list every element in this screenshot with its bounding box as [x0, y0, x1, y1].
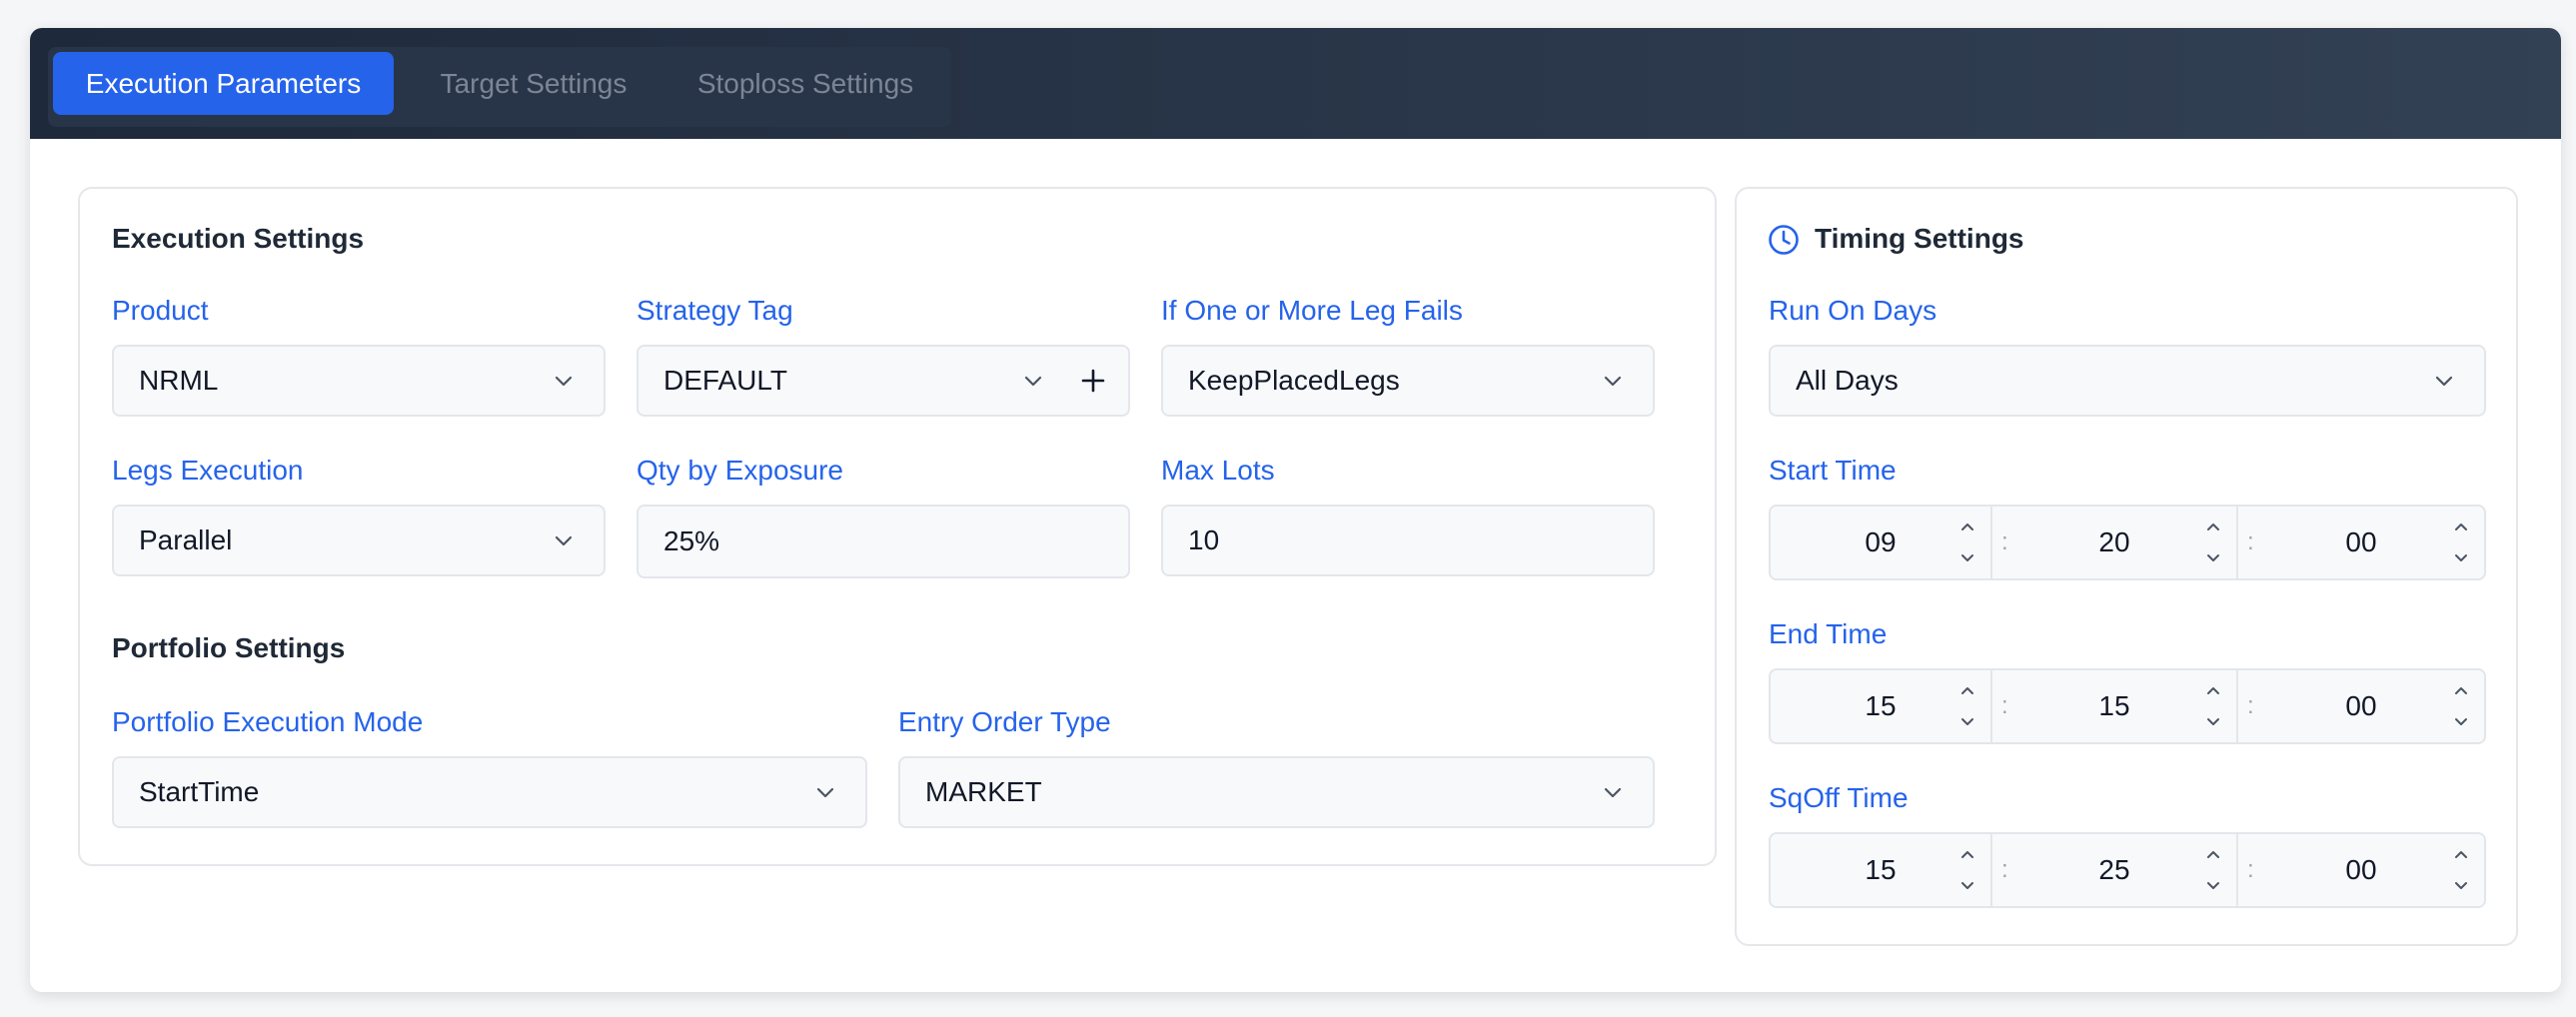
start-minute-value: 20 — [2098, 526, 2130, 557]
add-tag-icon[interactable] — [1080, 368, 1106, 394]
product-select[interactable]: NRML — [112, 345, 606, 417]
end-second-field[interactable]: 00 — [2238, 670, 2484, 742]
end-minute-field[interactable]: 15 — [1992, 670, 2236, 742]
run-on-days-value: All Days — [1796, 365, 1899, 396]
settings-card: Execution Parameters Target Settings Sto… — [30, 28, 2561, 992]
end-time-label: End Time — [1769, 618, 1888, 649]
sqoff-time-label: SqOff Time — [1769, 782, 1909, 813]
qty-exposure-label: Qty by Exposure — [637, 455, 843, 486]
sqoff-time-input: 15 : 25 : 00 — [1769, 832, 2486, 908]
product-value: NRML — [139, 365, 219, 396]
end-second-value: 00 — [2345, 690, 2377, 721]
strategy-tag-value: DEFAULT — [663, 365, 787, 396]
sqoff-minute-value: 25 — [2098, 854, 2130, 885]
header-bar: Execution Parameters Target Settings Sto… — [30, 28, 2561, 139]
run-on-days-label: Run On Days — [1769, 295, 1937, 326]
strategy-tag-select[interactable]: DEFAULT — [637, 345, 1130, 417]
start-hour-field[interactable]: 09 — [1771, 507, 1990, 578]
end-hour-field[interactable]: 15 — [1771, 670, 1990, 742]
entry-order-type-select[interactable]: MARKET — [898, 756, 1655, 828]
portfolio-mode-value: StartTime — [139, 776, 260, 807]
stepper-arrows-icon[interactable] — [2202, 516, 2224, 568]
leg-fail-value: KeepPlacedLegs — [1188, 365, 1400, 396]
end-minute-value: 15 — [2098, 690, 2130, 721]
legs-execution-value: Parallel — [139, 524, 233, 555]
portfolio-settings-title: Portfolio Settings — [112, 632, 346, 663]
legs-execution-label: Legs Execution — [112, 455, 304, 486]
sqoff-minute-field[interactable]: 25 — [1992, 834, 2236, 906]
entry-order-type-label: Entry Order Type — [898, 706, 1111, 737]
stepper-arrows-icon[interactable] — [2202, 844, 2224, 896]
stepper-arrows-icon[interactable] — [2202, 680, 2224, 732]
legs-execution-select[interactable]: Parallel — [112, 505, 606, 576]
portfolio-mode-select[interactable]: StartTime — [112, 756, 867, 828]
chevron-down-icon — [1604, 376, 1622, 387]
start-minute-field[interactable]: 20 — [1992, 507, 2236, 578]
run-on-days-select[interactable]: All Days — [1769, 345, 2486, 417]
sqoff-hour-field[interactable]: 15 — [1771, 834, 1990, 906]
start-second-field[interactable]: 00 — [2238, 507, 2484, 578]
execution-settings-panel: Execution Settings Product Strategy Tag … — [78, 187, 1717, 866]
qty-exposure-input[interactable]: 25% — [637, 505, 1130, 578]
chevron-down-icon — [1024, 376, 1042, 387]
stepper-arrows-icon[interactable] — [1956, 680, 1978, 732]
qty-exposure-value: 25% — [663, 525, 720, 556]
leg-fail-select[interactable]: KeepPlacedLegs — [1161, 345, 1655, 417]
tab-execution-parameters[interactable]: Execution Parameters — [53, 52, 394, 115]
max-lots-value: 10 — [1188, 524, 1220, 555]
tab-bar: Execution Parameters Target Settings Sto… — [48, 47, 951, 127]
stepper-arrows-icon[interactable] — [2450, 844, 2472, 896]
timing-settings-title: Timing Settings — [1815, 223, 2024, 254]
start-second-value: 00 — [2345, 526, 2377, 557]
sqoff-second-value: 00 — [2345, 854, 2377, 885]
leg-fail-label: If One or More Leg Fails — [1161, 295, 1463, 326]
tab-target-settings[interactable]: Target Settings — [418, 52, 649, 115]
strategy-tag-label: Strategy Tag — [637, 295, 793, 326]
chevron-down-icon — [555, 535, 573, 546]
start-time-input: 09 : 20 : 00 — [1769, 505, 2486, 580]
stepper-arrows-icon[interactable] — [1956, 844, 1978, 896]
entry-order-type-value: MARKET — [925, 776, 1042, 807]
chevron-down-icon — [2435, 376, 2453, 387]
product-label: Product — [112, 295, 209, 326]
portfolio-mode-label: Portfolio Execution Mode — [112, 706, 424, 737]
chevron-down-icon — [1604, 787, 1622, 798]
stepper-arrows-icon[interactable] — [2450, 680, 2472, 732]
chevron-down-icon — [555, 376, 573, 387]
timing-settings-panel: Timing Settings Run On Days All Days Sta… — [1735, 187, 2518, 946]
tab-stoploss-settings[interactable]: Stoploss Settings — [673, 52, 937, 115]
max-lots-label: Max Lots — [1161, 455, 1275, 486]
max-lots-input[interactable]: 10 — [1161, 505, 1655, 576]
clock-icon — [1769, 225, 1799, 255]
sqoff-second-field[interactable]: 00 — [2238, 834, 2484, 906]
stepper-arrows-icon[interactable] — [1956, 516, 1978, 568]
stepper-arrows-icon[interactable] — [2450, 516, 2472, 568]
execution-settings-title: Execution Settings — [112, 223, 365, 254]
chevron-down-icon — [816, 787, 834, 798]
end-time-input: 15 : 15 : 00 — [1769, 668, 2486, 744]
start-time-label: Start Time — [1769, 455, 1897, 486]
